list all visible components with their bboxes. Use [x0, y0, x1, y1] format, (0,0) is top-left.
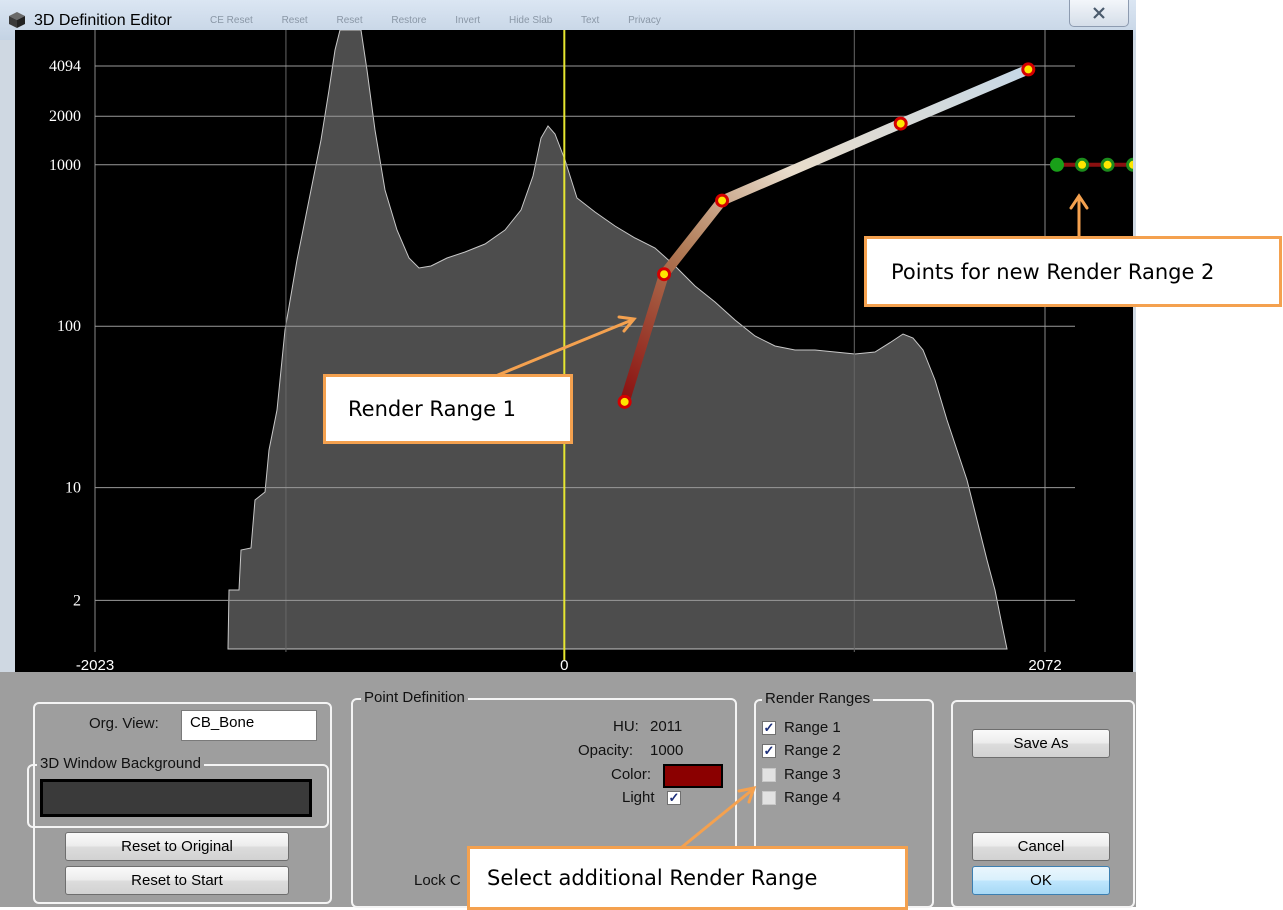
range-3-label: Range 3 [784, 766, 841, 783]
hu-value: 2011 [650, 718, 683, 735]
point-color-swatch[interactable] [663, 764, 723, 788]
histogram-chart[interactable]: 4094 2000 1000 100 10 2 -2023 0 2072 [15, 30, 1133, 672]
render-range-2-point [1126, 157, 1133, 172]
hu-label: HU: [613, 718, 639, 735]
render-range-2-point [1100, 157, 1115, 172]
render-ranges-legend: Render Ranges [762, 690, 874, 707]
callout-render-range-1: Render Range 1 [323, 374, 573, 444]
point-definition-legend: Point Definition [361, 689, 468, 706]
range-4-checkbox[interactable] [762, 791, 776, 805]
render-range-1-point [1021, 62, 1036, 77]
cube-icon [9, 12, 25, 28]
ghost-label: CE Reset [210, 15, 253, 26]
range-4-label: Range 4 [784, 789, 841, 806]
range-2-label: Range 2 [784, 742, 841, 759]
cancel-button[interactable]: Cancel [972, 832, 1110, 861]
render-range-1-point [657, 267, 672, 282]
save-as-button[interactable]: Save As [972, 729, 1110, 758]
y-tick-label: 2000 [49, 108, 81, 125]
background-toolbar: CE Reset Reset Reset Restore Invert Hide… [210, 15, 687, 26]
light-label: Light [622, 789, 655, 806]
y-tick-label: 2 [73, 592, 81, 609]
x-tick-label: 0 [560, 657, 568, 672]
reset-to-original-button[interactable]: Reset to Original [65, 832, 289, 861]
x-tick-label: 2072 [1028, 657, 1061, 672]
background-color-swatch[interactable] [40, 779, 312, 817]
render-range-1-point [893, 116, 908, 131]
light-checkbox[interactable]: ✓ [667, 791, 681, 805]
org-view-label: Org. View: [89, 715, 159, 732]
transfer-function-graph[interactable]: 4094 2000 1000 100 10 2 -2023 0 2072 [15, 30, 1133, 672]
window-title: 3D Definition Editor [34, 12, 172, 29]
color-label: Color: [611, 766, 652, 783]
opacity-value: 1000 [650, 742, 684, 759]
range-3-checkbox[interactable] [762, 768, 776, 782]
y-tick-label: 4094 [49, 58, 81, 75]
lock-label: Lock C [414, 872, 461, 889]
y-tick-label: 10 [65, 480, 81, 497]
y-tick-label: 100 [57, 318, 81, 335]
callout-render-range-2: Points for new Render Range 2 [864, 236, 1282, 307]
render-range-2-start-point [1050, 157, 1064, 172]
y-tick-label: 1000 [49, 157, 81, 174]
ghost-label: Invert [455, 15, 481, 26]
x-tick-label: -2023 [76, 657, 114, 672]
org-view-field[interactable]: CB_Bone [181, 710, 317, 741]
close-button[interactable] [1069, 0, 1129, 27]
ghost-label: Hide Slab [508, 15, 553, 26]
ghost-label: Restore [391, 15, 427, 26]
close-icon [1093, 7, 1105, 19]
editor-window: 3D Definition Editor CE Reset Reset Rese… [0, 0, 1136, 908]
render-range-2-point [1075, 157, 1090, 172]
range-2-checkbox[interactable]: ✓ [762, 744, 776, 758]
range-1-label: Range 1 [784, 719, 841, 736]
background-legend: 3D Window Background [37, 755, 204, 772]
ghost-label: Privacy [628, 15, 661, 26]
render-range-1-point [715, 193, 730, 208]
opacity-label: Opacity: [578, 742, 634, 759]
reset-to-start-button[interactable]: Reset to Start [65, 866, 289, 895]
ghost-label: Reset [281, 15, 308, 26]
render-range-1-point [617, 394, 632, 409]
range-1-checkbox[interactable]: ✓ [762, 721, 776, 735]
ghost-label: Text [580, 15, 600, 26]
ok-button[interactable]: OK [972, 866, 1110, 895]
callout-select-range: Select additional Render Range [467, 846, 908, 910]
ghost-label: Reset [336, 15, 363, 26]
